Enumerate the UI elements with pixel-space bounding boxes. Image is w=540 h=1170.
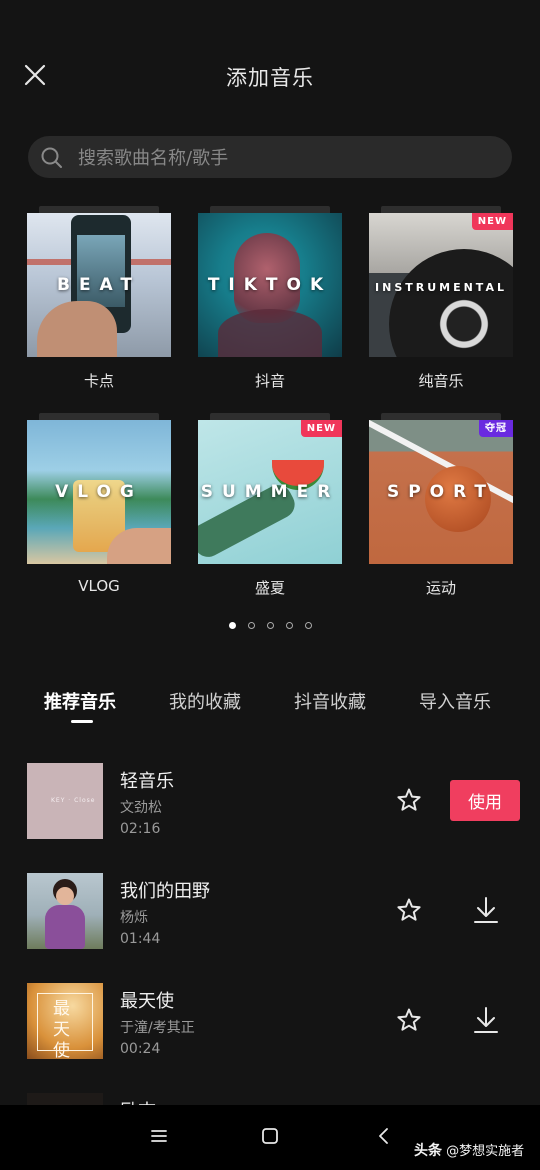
cover-word: TIKTOK: [207, 275, 333, 295]
category-label: VLOG: [78, 577, 120, 595]
back-icon[interactable]: [375, 1127, 393, 1145]
tab-douyin-favorites[interactable]: 抖音收藏: [294, 688, 366, 714]
search-icon: [41, 147, 62, 168]
category-label: 纯音乐: [418, 372, 464, 390]
category-cover: SUMMER NEW: [198, 420, 342, 564]
cover-word: SPORT: [386, 482, 496, 502]
cover-word: INSTRUMENTAL: [375, 281, 507, 294]
music-tabs: 推荐音乐 我的收藏 抖音收藏 导入音乐: [0, 688, 540, 728]
star-icon[interactable]: [396, 897, 422, 923]
category-label: 盛夏: [254, 579, 285, 597]
song-artist: 文劲松: [120, 800, 162, 816]
category-summer[interactable]: SUMMER NEW 盛夏: [198, 413, 342, 598]
category-instrumental[interactable]: INSTRUMENTAL NEW 纯音乐: [369, 206, 513, 391]
song-row[interactable]: 我们的田野 杨烁 01:44: [0, 873, 540, 949]
song-artist: 于潼/考其正: [120, 1020, 195, 1036]
watermark: 头条 @梦想实施者: [414, 1140, 524, 1160]
new-badge: NEW: [300, 420, 342, 437]
category-sport[interactable]: SPORT 夺冠 运动: [369, 413, 513, 598]
use-button[interactable]: 使用: [450, 780, 520, 821]
category-tiktok[interactable]: TIKTOK 抖音: [198, 206, 342, 391]
song-duration: 01:44: [120, 931, 161, 947]
song-cover: 最天使: [27, 983, 103, 1059]
category-cover: VLOG: [27, 420, 171, 564]
watermark-author: @梦想实施者: [446, 1144, 525, 1159]
download-icon[interactable]: [472, 1005, 500, 1035]
category-label: 运动: [425, 579, 456, 597]
song-duration: 00:24: [120, 1041, 161, 1057]
cover-stack: [210, 413, 330, 420]
category-cover: INSTRUMENTAL NEW: [369, 213, 513, 357]
cover-stack: [39, 206, 159, 213]
star-icon[interactable]: [396, 1007, 422, 1033]
system-nav-bar: [0, 1105, 540, 1170]
song-cover: KEY · Close: [27, 763, 103, 839]
category-vlog[interactable]: VLOG VLOG: [27, 413, 171, 595]
cover-stack: [381, 413, 501, 420]
song-title: 轻音乐: [120, 771, 174, 792]
search-input[interactable]: [76, 136, 500, 180]
search-bar[interactable]: [28, 136, 512, 180]
category-label: 卡点: [83, 372, 114, 390]
new-badge: NEW: [471, 213, 513, 230]
song-duration: 02:16: [120, 821, 161, 837]
active-tab-indicator: [71, 720, 93, 723]
page-title: 添加音乐: [226, 66, 314, 90]
cover-stack: [381, 206, 501, 213]
watermark-source: 头条: [414, 1143, 442, 1159]
page-dot: [228, 622, 236, 629]
category-cover: BEAT: [27, 213, 171, 357]
page-dot: [266, 622, 274, 629]
category-cover: SPORT 夺冠: [369, 420, 513, 564]
tab-recommended[interactable]: 推荐音乐: [44, 688, 116, 714]
category-beat[interactable]: BEAT 卡点: [27, 206, 171, 391]
cover-word: BEAT: [56, 275, 141, 295]
cover-text: 最天使: [53, 999, 70, 1059]
song-row[interactable]: 最天使 最天使 于潼/考其正 00:24: [0, 983, 540, 1059]
category-label: 抖音: [254, 372, 285, 390]
page-dot: [304, 622, 312, 629]
tab-import-music[interactable]: 导入音乐: [419, 688, 491, 714]
tab-favorites[interactable]: 我的收藏: [169, 688, 241, 714]
menu-icon[interactable]: [150, 1127, 168, 1145]
song-title: 最天使: [120, 991, 174, 1012]
home-icon[interactable]: [261, 1127, 279, 1145]
header: 添加音乐: [0, 48, 540, 104]
page-dot: [247, 622, 255, 629]
download-icon[interactable]: [472, 895, 500, 925]
page-indicator: [0, 622, 540, 629]
star-icon[interactable]: [396, 787, 422, 813]
cover-word: SUMMER: [200, 482, 340, 502]
cover-word: VLOG: [55, 482, 143, 502]
song-title: 我们的田野: [120, 881, 210, 902]
category-cover: TIKTOK: [198, 213, 342, 357]
cover-stack: [39, 413, 159, 420]
cover-stack: [210, 206, 330, 213]
song-row[interactable]: KEY · Close 轻音乐 文劲松 02:16 使用: [0, 763, 540, 839]
song-artist: 杨烁: [120, 910, 148, 926]
champion-badge: 夺冠: [479, 420, 513, 437]
page-dot: [285, 622, 293, 629]
song-cover: [27, 873, 103, 949]
